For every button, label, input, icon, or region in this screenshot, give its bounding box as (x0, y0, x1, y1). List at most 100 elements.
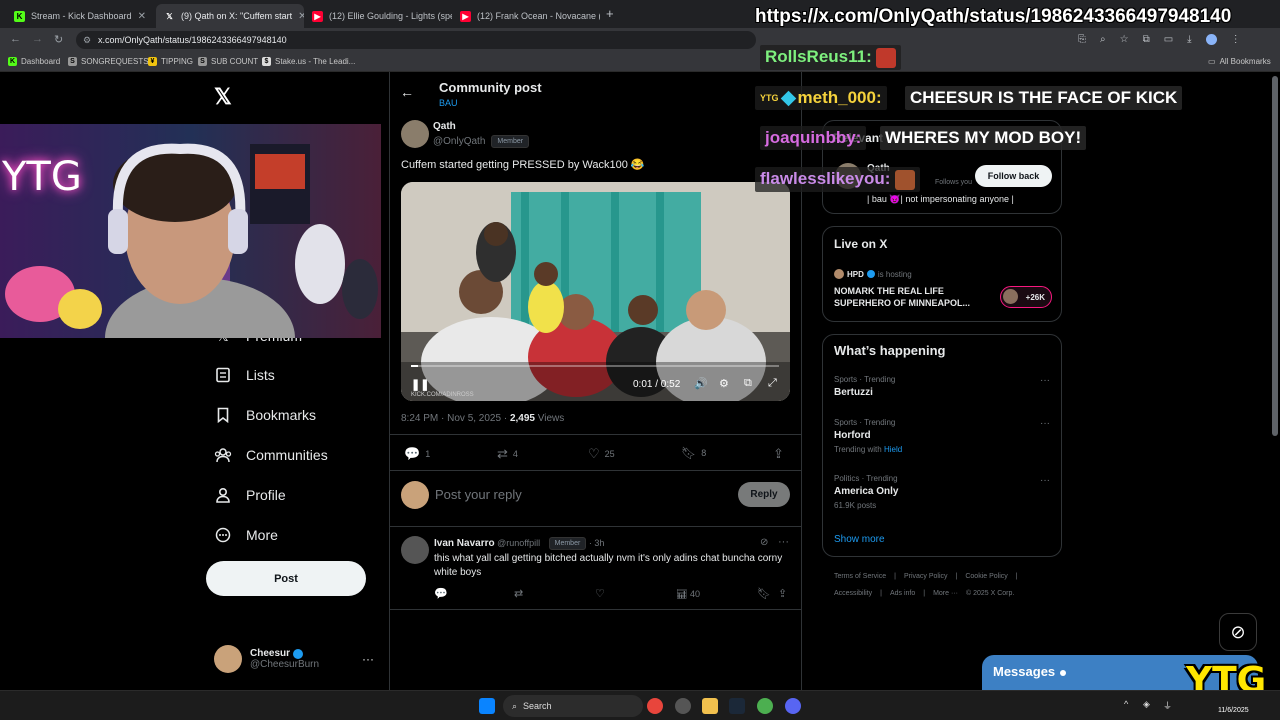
live-headline[interactable]: NOMARK THE REAL LIFE SUPERHERO OF MINNEA… (834, 285, 994, 309)
share-icon[interactable]: ⇪ (778, 587, 787, 600)
page-scrollbar[interactable] (1272, 76, 1278, 436)
community-link[interactable]: BAU (439, 98, 458, 108)
footer-link[interactable]: More ··· (933, 590, 958, 597)
bookmark-tipping[interactable]: ¥ TIPPING (148, 57, 193, 66)
volume-icon[interactable]: 🔊 (694, 377, 708, 390)
windows-start-icon[interactable] (479, 698, 495, 714)
sidebar-item-lists[interactable]: Lists (214, 366, 275, 384)
reply-author-name[interactable]: Ivan Navarro (434, 538, 495, 549)
post-author-handle[interactable]: @OnlyQath (433, 136, 485, 147)
trend-item[interactable]: Sports · Trending Bertuzzi (834, 375, 895, 398)
grok-icon[interactable]: ⊘ (760, 537, 768, 548)
chrome-icon[interactable] (647, 698, 663, 714)
x-logo-icon[interactable]: 𝕏 (214, 84, 232, 110)
url-field[interactable]: ⚙ x.com/OnlyQath/status/1986243366497948… (76, 31, 756, 49)
forward-icon[interactable]: → (32, 33, 43, 45)
back-icon[interactable]: ← (10, 33, 21, 45)
extensions-icon[interactable]: ⧉ (1143, 34, 1150, 45)
sidebar-item-more[interactable]: More (214, 526, 278, 544)
taskbar-search[interactable]: ⌕ Search (503, 695, 643, 717)
follow-back-button[interactable]: Follow back (975, 165, 1052, 187)
repost-icon[interactable]: ⇄ (514, 587, 523, 600)
file-explorer-icon[interactable] (702, 698, 718, 714)
steam-icon[interactable] (729, 698, 745, 714)
live-host[interactable]: HPD is hosting (834, 269, 912, 279)
star-icon[interactable]: ☆ (1120, 34, 1129, 45)
video-player[interactable]: ❚❚ 0:01 / 0:52 🔊 ⚙ ⧉ ⤢ KICK.COM/ADINROSS (401, 182, 790, 401)
reply-input[interactable]: Post your reply (435, 487, 522, 502)
download-icon[interactable]: ⤓ (1187, 34, 1191, 45)
bookmark-dashboard[interactable]: K Dashboard (8, 57, 60, 66)
x-icon: 𝕏 (166, 11, 173, 21)
more-options-icon[interactable]: ··· (1040, 375, 1050, 386)
tab-youtube-lights[interactable]: ▶ (12) Ellie Goulding - Lights (spe ✕ (304, 4, 452, 28)
tab-kick-dashboard[interactable]: K Stream - Kick Dashboard ✕ (6, 4, 154, 28)
fullscreen-icon[interactable]: ⤢ (768, 377, 777, 390)
menu-icon[interactable]: ⋮ (1231, 34, 1241, 45)
install-icon[interactable]: ⎘ (1078, 34, 1086, 45)
bookmark-sub-count[interactable]: S SUB COUNT (198, 57, 258, 66)
share-icon[interactable]: ⇪ (773, 446, 784, 462)
reply-button[interactable]: Reply (738, 482, 790, 507)
trend-item[interactable]: Politics · Trending America Only 61.9K p… (834, 474, 898, 510)
footer-link[interactable]: Terms of Service (834, 573, 886, 580)
show-more-link[interactable]: Show more (834, 534, 885, 545)
trend-item[interactable]: Sports · Trending Horford Trending with … (834, 418, 902, 454)
tray-usb-icon[interactable]: ⏚ (1163, 699, 1172, 712)
close-icon[interactable]: ✕ (292, 11, 304, 22)
post-button[interactable]: Post (206, 561, 366, 596)
tray-chevron-icon[interactable]: ^ (1124, 699, 1128, 709)
live-listeners[interactable]: +26K (1000, 286, 1052, 308)
post-timestamp[interactable]: 8:24 PM · Nov 5, 2025 · (401, 413, 510, 424)
post-author-name[interactable]: Qath (433, 121, 456, 132)
tab-youtube-novacane[interactable]: ▶ (12) Frank Ocean - Novacane ( ✕ (452, 4, 600, 28)
more-options-icon[interactable]: ··· (1040, 475, 1050, 486)
settings-icon[interactable]: ⚙ (719, 377, 729, 390)
footer-link[interactable]: Accessibility (834, 590, 872, 597)
sidebar-item-bookmarks[interactable]: Bookmarks (214, 406, 316, 424)
chrome-profile-icon[interactable] (757, 698, 773, 714)
more-options-icon[interactable]: ··· (1040, 418, 1050, 429)
repost-action[interactable]: ⇄ 4 (497, 446, 518, 462)
reply-action[interactable]: 💬 1 (404, 446, 430, 462)
footer-link[interactable]: Ads info (890, 590, 915, 597)
trend-related-link[interactable]: Hield (884, 445, 902, 454)
bookmark-icon[interactable]: 🔖︎ (757, 587, 771, 600)
views-action[interactable]: 📊︎ 40 (676, 589, 700, 600)
reply-icon[interactable]: 💬 (434, 587, 448, 600)
avatar-icon[interactable] (1205, 34, 1217, 45)
bookmark-stake[interactable]: $ Stake.us - The Leadi... (262, 57, 355, 66)
reload-icon[interactable]: ↻ (54, 33, 63, 46)
sidebar-icon[interactable]: ▭ (1164, 34, 1173, 45)
sidebar-item-communities[interactable]: Communities (214, 446, 328, 464)
zoom-icon[interactable]: ⌕ (1100, 34, 1106, 45)
avatar[interactable] (401, 536, 429, 564)
grok-icon[interactable]: ⊘ (1219, 613, 1257, 651)
discord-icon[interactable] (785, 698, 801, 714)
site-info-icon[interactable]: ⚙ (83, 31, 91, 49)
back-arrow-icon[interactable]: ← (400, 84, 414, 100)
heart-icon[interactable]: ♡ (595, 587, 605, 600)
bookmark-all[interactable]: ▭ All Bookmarks (1208, 57, 1271, 66)
pip-icon[interactable]: ⧉ (744, 377, 752, 390)
pause-icon[interactable]: ❚❚ (411, 378, 429, 391)
bookmark-action[interactable]: 🔖︎ 8 (681, 446, 706, 460)
sidebar-item-profile[interactable]: Profile (214, 486, 286, 504)
footer-link[interactable]: Privacy Policy (904, 573, 948, 580)
footer-link[interactable]: Cookie Policy (965, 573, 1007, 580)
page-title: Community post (439, 80, 542, 95)
more-options-icon[interactable]: ··· (362, 652, 374, 666)
video-progress-track[interactable] (411, 365, 779, 367)
new-tab-button[interactable]: + (606, 6, 614, 21)
tab-x-post[interactable]: 𝕏 (9) Qath on X: "Cuffem start ✕ (156, 4, 304, 28)
close-icon[interactable]: ✕ (132, 11, 146, 22)
like-action[interactable]: ♡ 25 (588, 446, 615, 462)
reply-author-handle[interactable]: @runoffpill (497, 538, 540, 548)
avatar[interactable] (401, 120, 429, 148)
account-switcher[interactable]: Cheesur @CheesurBurn (214, 645, 319, 673)
more-options-icon[interactable]: ··· (778, 536, 789, 548)
tray-app-icon[interactable]: ◈ (1143, 699, 1150, 710)
trend-label: Sports · Trending (834, 418, 896, 427)
obs-icon[interactable] (675, 698, 691, 714)
bookmark-songrequests[interactable]: S SONGREQUESTS (68, 57, 149, 66)
